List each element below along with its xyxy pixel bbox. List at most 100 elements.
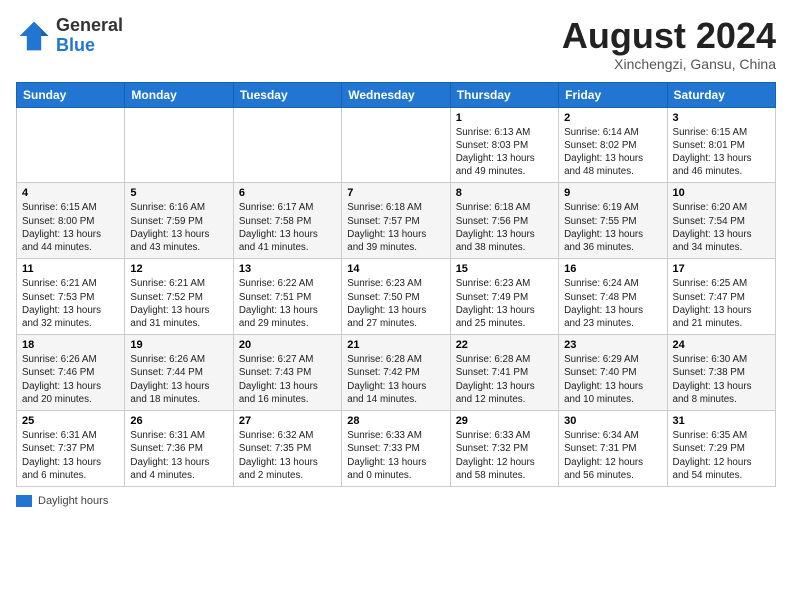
calendar-cell: 27 Sunrise: 6:32 AM Sunset: 7:35 PM Dayli…	[233, 411, 341, 487]
calendar-cell: 25Sunrise: 6:31 AM Sunset: 7:37 PM Dayli…	[17, 411, 125, 487]
day-info: Sunrise: 6:20 AM Sunset: 7:54 PM Dayligh…	[673, 201, 770, 254]
day-number: 18	[22, 339, 119, 351]
logo-icon	[16, 18, 52, 54]
calendar-cell: 28Sunrise: 6:33 AM Sunset: 7:33 PM Dayli…	[342, 411, 450, 487]
day-number: 2	[564, 112, 661, 124]
day-number: 1	[456, 112, 553, 124]
calendar-cell: 17 Sunrise: 6:25 AM Sunset: 7:47 PM Dayli…	[667, 259, 775, 335]
day-info: Sunrise: 6:23 AM Sunset: 7:50 PM Dayligh…	[347, 277, 444, 330]
day-number: 23	[564, 339, 661, 351]
calendar-cell: 1 Sunrise: 6:13 AM Sunset: 8:03 PM Daylig…	[450, 107, 558, 183]
day-info: Sunrise: 6:33 AM Sunset: 7:33 PM Dayligh…	[347, 429, 444, 482]
day-number: 13	[239, 263, 336, 275]
day-info: Sunrise: 6:33 AM Sunset: 7:32 PM Dayligh…	[456, 429, 553, 482]
day-info: Sunrise: 6:34 AM Sunset: 7:31 PM Dayligh…	[564, 429, 661, 482]
day-info: Sunrise: 6:32 AM Sunset: 7:35 PM Dayligh…	[239, 429, 336, 482]
calendar-cell: 6Sunrise: 6:17 AM Sunset: 7:58 PM Daylig…	[233, 183, 341, 259]
day-info: Sunrise: 6:18 AM Sunset: 7:56 PM Dayligh…	[456, 201, 553, 254]
day-number: 19	[130, 339, 227, 351]
calendar-week-row: 4 Sunrise: 6:15 AM Sunset: 8:00 PM Daylig…	[17, 183, 776, 259]
calendar-cell: 31 Sunrise: 6:35 AM Sunset: 7:29 PM Dayli…	[667, 411, 775, 487]
day-info: Sunrise: 6:29 AM Sunset: 7:40 PM Dayligh…	[564, 353, 661, 406]
calendar-cell: 5Sunrise: 6:16 AM Sunset: 7:59 PM Daylig…	[125, 183, 233, 259]
day-number: 20	[239, 339, 336, 351]
calendar-cell: 19 Sunrise: 6:26 AM Sunset: 7:44 PM Dayli…	[125, 335, 233, 411]
calendar-week-row: 18 Sunrise: 6:26 AM Sunset: 7:46 PM Dayli…	[17, 335, 776, 411]
title-block: August 2024 Xinchengzi, Gansu, China	[562, 16, 776, 72]
calendar-cell: 18 Sunrise: 6:26 AM Sunset: 7:46 PM Dayli…	[17, 335, 125, 411]
day-number: 25	[22, 415, 119, 427]
day-number: 9	[564, 187, 661, 199]
day-info: Sunrise: 6:16 AM Sunset: 7:59 PM Dayligh…	[130, 201, 227, 254]
calendar-cell: 24 Sunrise: 6:30 AM Sunset: 7:38 PM Dayli…	[667, 335, 775, 411]
day-info: Sunrise: 6:30 AM Sunset: 7:38 PM Dayligh…	[673, 353, 770, 406]
day-info: Sunrise: 6:26 AM Sunset: 7:46 PM Dayligh…	[22, 353, 119, 406]
day-info: Sunrise: 6:24 AM Sunset: 7:48 PM Dayligh…	[564, 277, 661, 330]
day-info: Sunrise: 6:19 AM Sunset: 7:55 PM Dayligh…	[564, 201, 661, 254]
calendar-day-header: Sunday	[17, 82, 125, 107]
day-number: 7	[347, 187, 444, 199]
day-info: Sunrise: 6:21 AM Sunset: 7:52 PM Dayligh…	[130, 277, 227, 330]
day-number: 26	[130, 415, 227, 427]
calendar-cell: 23 Sunrise: 6:29 AM Sunset: 7:40 PM Dayli…	[559, 335, 667, 411]
calendar-cell	[125, 107, 233, 183]
calendar-header-row: SundayMondayTuesdayWednesdayThursdayFrid…	[17, 82, 776, 107]
page-header: General Blue August 2024 Xinchengzi, Gan…	[16, 16, 776, 72]
day-number: 10	[673, 187, 770, 199]
day-info: Sunrise: 6:13 AM Sunset: 8:03 PM Dayligh…	[456, 126, 553, 179]
calendar-cell: 16Sunrise: 6:24 AM Sunset: 7:48 PM Dayli…	[559, 259, 667, 335]
day-info: Sunrise: 6:26 AM Sunset: 7:44 PM Dayligh…	[130, 353, 227, 406]
day-number: 4	[22, 187, 119, 199]
day-number: 3	[673, 112, 770, 124]
calendar-cell: 22Sunrise: 6:28 AM Sunset: 7:41 PM Dayli…	[450, 335, 558, 411]
calendar-cell: 21 Sunrise: 6:28 AM Sunset: 7:42 PM Dayli…	[342, 335, 450, 411]
legend: Daylight hours	[16, 495, 776, 507]
calendar-day-header: Tuesday	[233, 82, 341, 107]
logo-blue-text: Blue	[56, 35, 95, 55]
logo-general-text: General	[56, 15, 123, 35]
day-number: 11	[22, 263, 119, 275]
calendar-day-header: Monday	[125, 82, 233, 107]
day-info: Sunrise: 6:23 AM Sunset: 7:49 PM Dayligh…	[456, 277, 553, 330]
day-info: Sunrise: 6:18 AM Sunset: 7:57 PM Dayligh…	[347, 201, 444, 254]
day-number: 8	[456, 187, 553, 199]
calendar-week-row: 11Sunrise: 6:21 AM Sunset: 7:53 PM Dayli…	[17, 259, 776, 335]
calendar-cell: 2Sunrise: 6:14 AM Sunset: 8:02 PM Daylig…	[559, 107, 667, 183]
legend-color-box	[16, 495, 32, 507]
calendar-week-row: 1 Sunrise: 6:13 AM Sunset: 8:03 PM Daylig…	[17, 107, 776, 183]
day-number: 31	[673, 415, 770, 427]
calendar-cell: 29Sunrise: 6:33 AM Sunset: 7:32 PM Dayli…	[450, 411, 558, 487]
calendar-week-row: 25Sunrise: 6:31 AM Sunset: 7:37 PM Dayli…	[17, 411, 776, 487]
day-number: 21	[347, 339, 444, 351]
day-info: Sunrise: 6:15 AM Sunset: 8:00 PM Dayligh…	[22, 201, 119, 254]
day-info: Sunrise: 6:17 AM Sunset: 7:58 PM Dayligh…	[239, 201, 336, 254]
day-info: Sunrise: 6:28 AM Sunset: 7:42 PM Dayligh…	[347, 353, 444, 406]
calendar-cell	[17, 107, 125, 183]
day-number: 17	[673, 263, 770, 275]
location-subtitle: Xinchengzi, Gansu, China	[562, 56, 776, 72]
calendar-cell: 20 Sunrise: 6:27 AM Sunset: 7:43 PM Dayli…	[233, 335, 341, 411]
day-info: Sunrise: 6:15 AM Sunset: 8:01 PM Dayligh…	[673, 126, 770, 179]
day-info: Sunrise: 6:35 AM Sunset: 7:29 PM Dayligh…	[673, 429, 770, 482]
calendar-cell: 11Sunrise: 6:21 AM Sunset: 7:53 PM Dayli…	[17, 259, 125, 335]
calendar-cell: 9 Sunrise: 6:19 AM Sunset: 7:55 PM Daylig…	[559, 183, 667, 259]
day-number: 27	[239, 415, 336, 427]
calendar-cell: 3 Sunrise: 6:15 AM Sunset: 8:01 PM Daylig…	[667, 107, 775, 183]
day-info: Sunrise: 6:25 AM Sunset: 7:47 PM Dayligh…	[673, 277, 770, 330]
day-number: 12	[130, 263, 227, 275]
calendar-cell: 8 Sunrise: 6:18 AM Sunset: 7:56 PM Daylig…	[450, 183, 558, 259]
day-number: 15	[456, 263, 553, 275]
legend-label: Daylight hours	[38, 495, 108, 507]
month-year-title: August 2024	[562, 16, 776, 56]
day-info: Sunrise: 6:27 AM Sunset: 7:43 PM Dayligh…	[239, 353, 336, 406]
calendar-cell	[342, 107, 450, 183]
day-number: 24	[673, 339, 770, 351]
logo: General Blue	[16, 16, 123, 56]
calendar-cell: 13Sunrise: 6:22 AM Sunset: 7:51 PM Dayli…	[233, 259, 341, 335]
calendar-cell: 7 Sunrise: 6:18 AM Sunset: 7:57 PM Daylig…	[342, 183, 450, 259]
calendar-table: SundayMondayTuesdayWednesdayThursdayFrid…	[16, 82, 776, 487]
day-info: Sunrise: 6:28 AM Sunset: 7:41 PM Dayligh…	[456, 353, 553, 406]
calendar-day-header: Friday	[559, 82, 667, 107]
day-info: Sunrise: 6:31 AM Sunset: 7:36 PM Dayligh…	[130, 429, 227, 482]
day-number: 14	[347, 263, 444, 275]
